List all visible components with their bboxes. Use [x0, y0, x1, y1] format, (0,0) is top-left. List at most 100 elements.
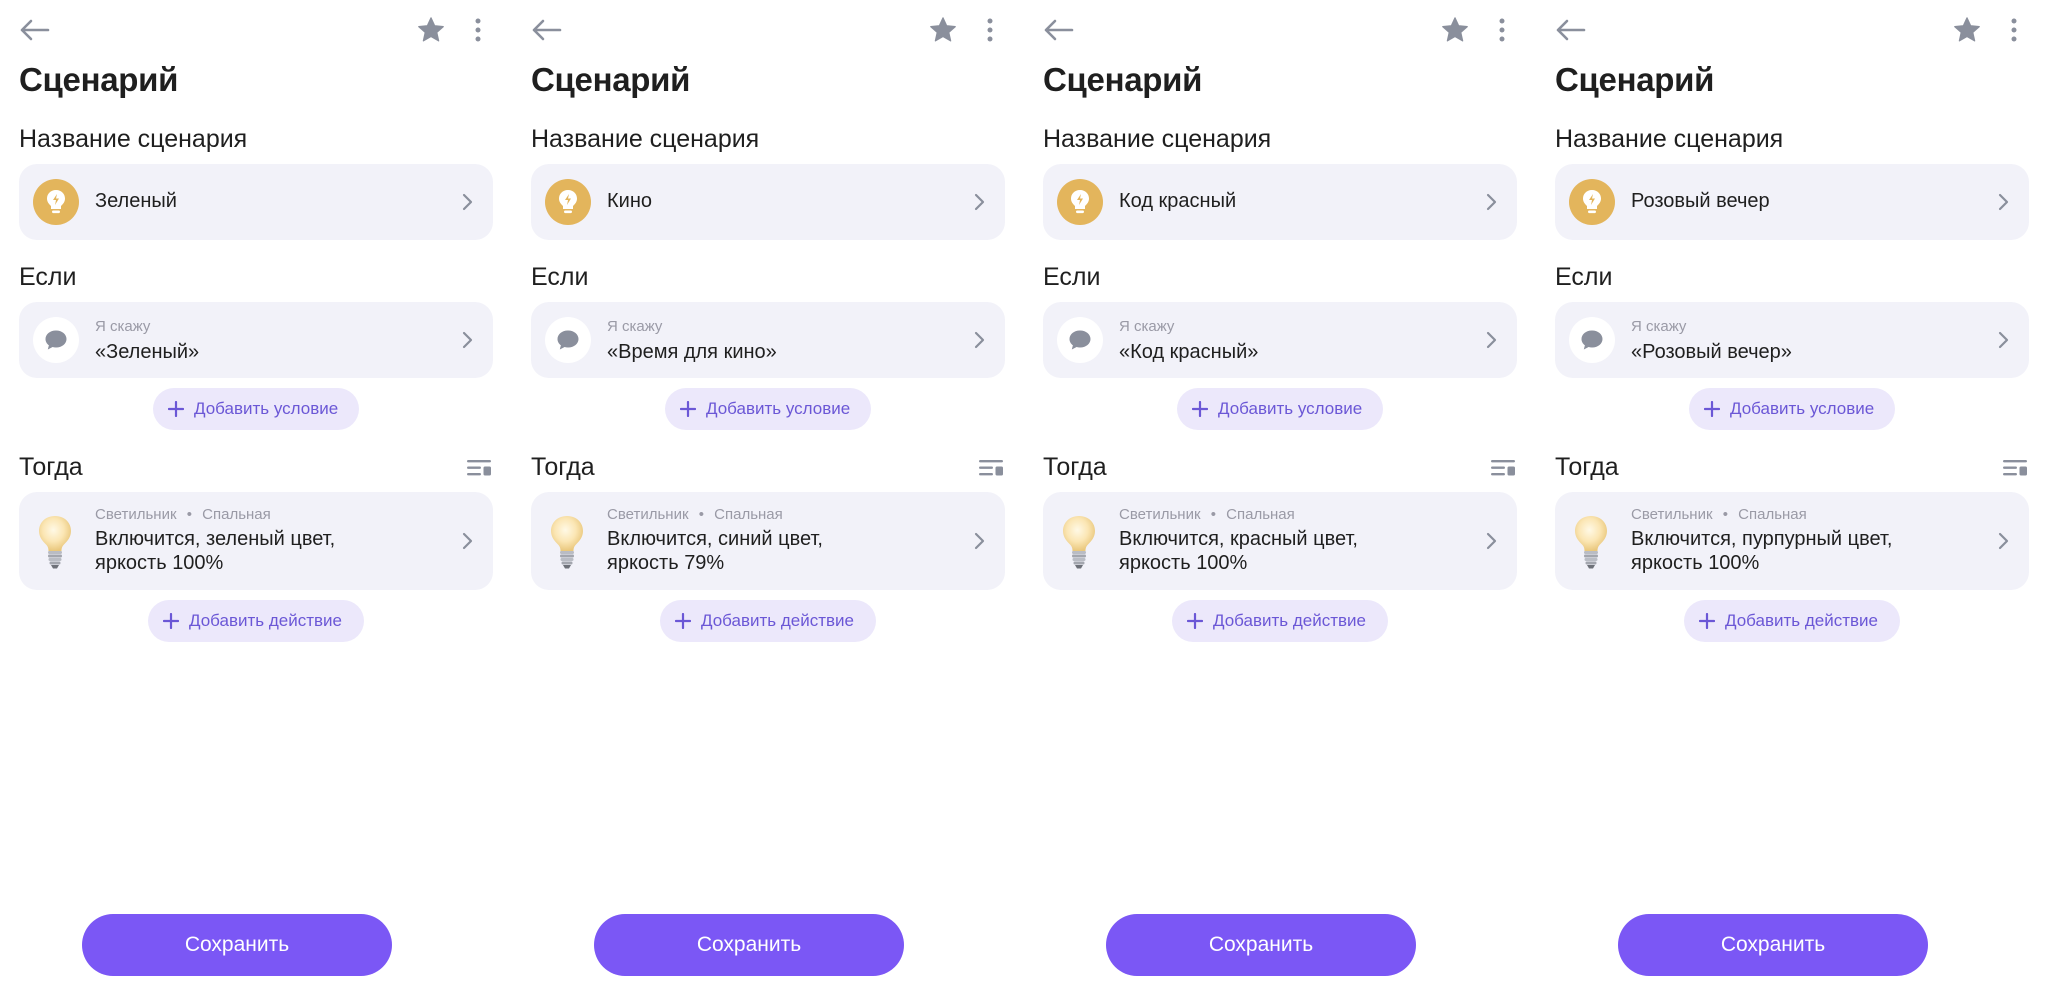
more-options-button[interactable] [1490, 15, 1514, 45]
chevron-right-icon [1998, 331, 2009, 349]
scenario-name-card[interactable]: Код красный [1043, 164, 1517, 240]
chevron-right-icon [462, 331, 473, 349]
star-icon [1954, 17, 1980, 42]
page-title: Сценарий [1555, 61, 1715, 98]
add-condition-button[interactable]: Добавить условие [153, 388, 359, 430]
add-action-button[interactable]: Добавить действие [1172, 600, 1388, 642]
scenario-name-card[interactable]: Розовый вечер [1555, 164, 2029, 240]
reorder-actions-button[interactable] [1490, 458, 1516, 478]
action-line-2: яркость 100% [1119, 552, 1248, 574]
chevron-right-icon [974, 193, 985, 211]
separator-dot: • [698, 506, 704, 523]
device-name: Светильник [95, 506, 177, 523]
lamp-bulb-icon [39, 516, 71, 569]
add-condition-button[interactable]: Добавить условие [1177, 388, 1383, 430]
scenario-name-card[interactable]: Кино [531, 164, 1005, 240]
trigger-icon [1569, 317, 1615, 363]
trigger-phrase: «Время для кино» [607, 341, 777, 363]
action-card[interactable]: Светильник • Спальная Включится, пурпурн… [1555, 492, 2029, 590]
add-action-label: Добавить действие [701, 611, 854, 630]
favorite-button[interactable] [1440, 15, 1470, 45]
reorder-actions-button[interactable] [466, 458, 492, 478]
add-action-button[interactable]: Добавить действие [148, 600, 364, 642]
plus-icon [675, 613, 691, 629]
plus-icon [1187, 613, 1203, 629]
lightbulb-bolt-icon [559, 190, 577, 214]
action-line-2: яркость 79% [607, 552, 725, 574]
lightbulb-bolt-icon [1583, 190, 1601, 214]
scenario-icon [1057, 179, 1103, 225]
scenario-name: Розовый вечер [1631, 190, 1770, 212]
device-location-label: Светильник • Спальная [1119, 506, 1295, 523]
if-section-title: Если [1555, 263, 1613, 291]
name-section-title: Название сценария [1043, 125, 1272, 153]
top-bar [1024, 0, 1536, 60]
trigger-card[interactable]: Я скажу «Розовый вечер» [1555, 302, 2029, 378]
lamp-bulb-icon [1063, 516, 1095, 569]
trigger-icon [545, 317, 591, 363]
trigger-icon [33, 317, 79, 363]
action-description: Включится, красный цвет, яркость 100% [1119, 527, 1459, 575]
scenario-name-card[interactable]: Зеленый [19, 164, 493, 240]
back-button[interactable] [1554, 16, 1586, 44]
scenario-icon [33, 179, 79, 225]
add-action-label: Добавить действие [1213, 611, 1366, 630]
save-button[interactable]: Сохранить [82, 914, 392, 976]
trigger-card[interactable]: Я скажу «Время для кино» [531, 302, 1005, 378]
then-section-title: Тогда [1043, 453, 1107, 481]
action-card[interactable]: Светильник • Спальная Включится, синий ц… [531, 492, 1005, 590]
more-options-button[interactable] [466, 15, 490, 45]
arrow-left-icon [1044, 19, 1074, 41]
device-name: Светильник [607, 506, 689, 523]
scenario-name: Код красный [1119, 190, 1237, 212]
add-action-button[interactable]: Добавить действие [1684, 600, 1900, 642]
scenario-screen: Сценарий Название сценария Зеленый Если [0, 0, 512, 1004]
scenario-name: Кино [607, 190, 652, 212]
trigger-card[interactable]: Я скажу «Зеленый» [19, 302, 493, 378]
add-condition-label: Добавить условие [1730, 399, 1875, 418]
chevron-right-icon [462, 193, 473, 211]
lamp-bulb-icon [1575, 516, 1607, 569]
favorite-button[interactable] [1952, 15, 1982, 45]
action-card[interactable]: Светильник • Спальная Включится, зеленый… [19, 492, 493, 590]
plus-icon [1699, 613, 1715, 629]
more-options-button[interactable] [2002, 15, 2026, 45]
chevron-right-icon [462, 532, 473, 550]
save-button[interactable]: Сохранить [1106, 914, 1416, 976]
trigger-card[interactable]: Я скажу «Код красный» [1043, 302, 1517, 378]
scenario-screen: Сценарий Название сценария Кино Если Я с… [512, 0, 1024, 1004]
add-action-label: Добавить действие [1725, 611, 1878, 630]
more-vertical-icon [987, 18, 993, 42]
speech-bubble-icon [1581, 330, 1603, 350]
action-description: Включится, пурпурный цвет, яркость 100% [1631, 527, 1971, 575]
add-condition-button[interactable]: Добавить условие [665, 388, 871, 430]
arrow-left-icon [532, 19, 562, 41]
name-section-title: Название сценария [531, 125, 760, 153]
favorite-button[interactable] [416, 15, 446, 45]
trigger-icon [1057, 317, 1103, 363]
reorder-actions-button[interactable] [978, 458, 1004, 478]
back-button[interactable] [18, 16, 50, 44]
save-button[interactable]: Сохранить [1618, 914, 1928, 976]
list-settings-icon [467, 460, 491, 476]
action-card[interactable]: Светильник • Спальная Включится, красный… [1043, 492, 1517, 590]
page-title: Сценарий [531, 61, 691, 98]
list-settings-icon [979, 460, 1003, 476]
add-condition-label: Добавить условие [194, 399, 339, 418]
add-action-button[interactable]: Добавить действие [660, 600, 876, 642]
top-bar [1536, 0, 2048, 60]
save-button[interactable]: Сохранить [594, 914, 904, 976]
if-section-title: Если [19, 263, 77, 291]
chevron-right-icon [974, 331, 985, 349]
back-button[interactable] [530, 16, 562, 44]
more-options-button[interactable] [978, 15, 1002, 45]
room-name: Спальная [1226, 506, 1295, 523]
scenario-screen: Сценарий Название сценария Розовый вечер… [1536, 0, 2048, 1004]
action-line-1: Включится, синий цвет, [607, 528, 823, 550]
star-icon [1442, 17, 1468, 42]
then-section-title: Тогда [19, 453, 83, 481]
add-condition-button[interactable]: Добавить условие [1689, 388, 1895, 430]
reorder-actions-button[interactable] [2002, 458, 2028, 478]
favorite-button[interactable] [928, 15, 958, 45]
back-button[interactable] [1042, 16, 1074, 44]
